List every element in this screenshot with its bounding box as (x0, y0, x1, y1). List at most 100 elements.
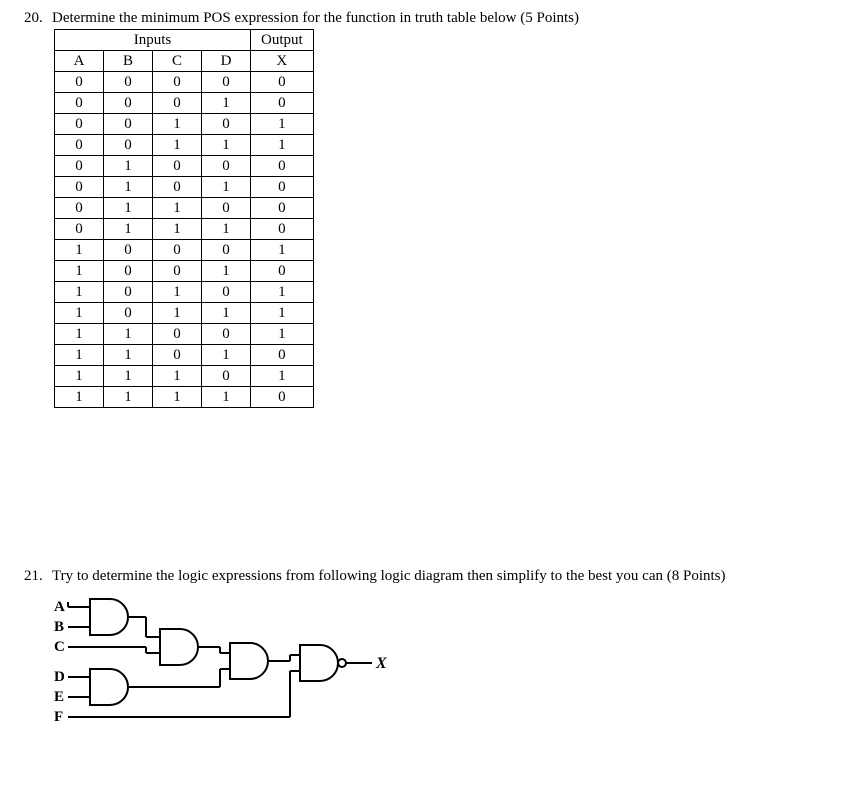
table-cell: 0 (202, 282, 251, 303)
table-row: 10010 (55, 261, 314, 282)
output-header: Output (251, 30, 314, 51)
table-cell: 0 (251, 219, 314, 240)
table-cell: 1 (251, 240, 314, 261)
table-cell: 0 (104, 72, 153, 93)
table-row: 10001 (55, 240, 314, 261)
table-row: 01010 (55, 177, 314, 198)
table-cell: 0 (55, 114, 104, 135)
table-cell: 1 (153, 198, 202, 219)
table-cell: 0 (104, 135, 153, 156)
table-cell: 0 (104, 282, 153, 303)
q20-number: 20. (24, 10, 46, 27)
table-cell: 1 (153, 114, 202, 135)
table-cell: 1 (55, 387, 104, 408)
table-cell: 1 (153, 366, 202, 387)
table-cell: 0 (153, 345, 202, 366)
q21-number: 21. (24, 568, 46, 585)
table-row: 01100 (55, 198, 314, 219)
table-cell: 0 (104, 303, 153, 324)
q21-prompt: 21. Try to determine the logic expressio… (24, 568, 838, 585)
table-cell: 0 (55, 93, 104, 114)
table-cell: 0 (251, 156, 314, 177)
table-cell: 1 (104, 177, 153, 198)
table-cell: 0 (55, 177, 104, 198)
col-B: B (104, 51, 153, 72)
table-row: 00000 (55, 72, 314, 93)
table-cell: 1 (202, 261, 251, 282)
table-cell: 1 (202, 303, 251, 324)
table-cell: 0 (251, 345, 314, 366)
col-header-row: A B C D X (55, 51, 314, 72)
table-cell: 0 (202, 72, 251, 93)
logic-diagram-svg: A B C D E F (54, 595, 414, 735)
label-C: C (54, 639, 65, 655)
table-cell: 1 (251, 114, 314, 135)
table-cell: 1 (251, 282, 314, 303)
table-cell: 1 (251, 303, 314, 324)
table-row: 11010 (55, 345, 314, 366)
table-cell: 1 (55, 366, 104, 387)
table-cell: 1 (251, 366, 314, 387)
table-row: 11001 (55, 324, 314, 345)
and-gate-g4 (230, 643, 268, 679)
label-D: D (54, 669, 65, 685)
table-row: 00010 (55, 93, 314, 114)
inputs-header: Inputs (55, 30, 251, 51)
group-header-row: Inputs Output (55, 30, 314, 51)
table-cell: 1 (153, 303, 202, 324)
table-cell: 1 (153, 219, 202, 240)
table-row: 00111 (55, 135, 314, 156)
label-B: B (54, 619, 64, 635)
nand-gate (300, 645, 338, 681)
table-cell: 1 (202, 345, 251, 366)
col-A: A (55, 51, 104, 72)
table-cell: 1 (153, 135, 202, 156)
table-cell: 0 (104, 240, 153, 261)
col-X: X (251, 51, 314, 72)
table-cell: 1 (251, 324, 314, 345)
table-cell: 0 (251, 387, 314, 408)
table-cell: 1 (104, 324, 153, 345)
table-cell: 1 (104, 219, 153, 240)
table-cell: 0 (202, 324, 251, 345)
label-A: A (54, 599, 65, 615)
spacer (24, 448, 838, 568)
col-C: C (153, 51, 202, 72)
q20-text: Determine the minimum POS expression for… (52, 10, 579, 27)
table-cell: 1 (251, 135, 314, 156)
table-cell: 1 (55, 303, 104, 324)
q21-text: Try to determine the logic expressions f… (52, 568, 726, 585)
table-cell: 1 (202, 219, 251, 240)
table-cell: 0 (153, 261, 202, 282)
table-cell: 0 (251, 93, 314, 114)
nand-bubble (338, 659, 346, 667)
table-cell: 0 (202, 198, 251, 219)
table-cell: 0 (153, 177, 202, 198)
table-cell: 0 (251, 177, 314, 198)
table-cell: 0 (55, 135, 104, 156)
label-X: X (375, 655, 387, 672)
table-cell: 0 (55, 156, 104, 177)
table-cell: 1 (55, 282, 104, 303)
table-cell: 0 (251, 198, 314, 219)
table-cell: 0 (153, 240, 202, 261)
logic-diagram: A B C D E F (54, 595, 838, 740)
table-row: 10111 (55, 303, 314, 324)
table-cell: 1 (55, 345, 104, 366)
table-cell: 0 (251, 72, 314, 93)
table-cell: 0 (153, 72, 202, 93)
table-row: 10101 (55, 282, 314, 303)
table-cell: 0 (202, 240, 251, 261)
truth-table-body: 0000000010001010011101000010100110001110… (55, 72, 314, 408)
table-cell: 1 (104, 198, 153, 219)
table-cell: 1 (55, 240, 104, 261)
table-cell: 1 (202, 93, 251, 114)
table-cell: 0 (153, 93, 202, 114)
table-cell: 0 (104, 114, 153, 135)
table-cell: 0 (104, 261, 153, 282)
table-cell: 1 (202, 177, 251, 198)
table-row: 01000 (55, 156, 314, 177)
table-cell: 1 (202, 135, 251, 156)
table-cell: 1 (55, 261, 104, 282)
table-cell: 1 (104, 387, 153, 408)
